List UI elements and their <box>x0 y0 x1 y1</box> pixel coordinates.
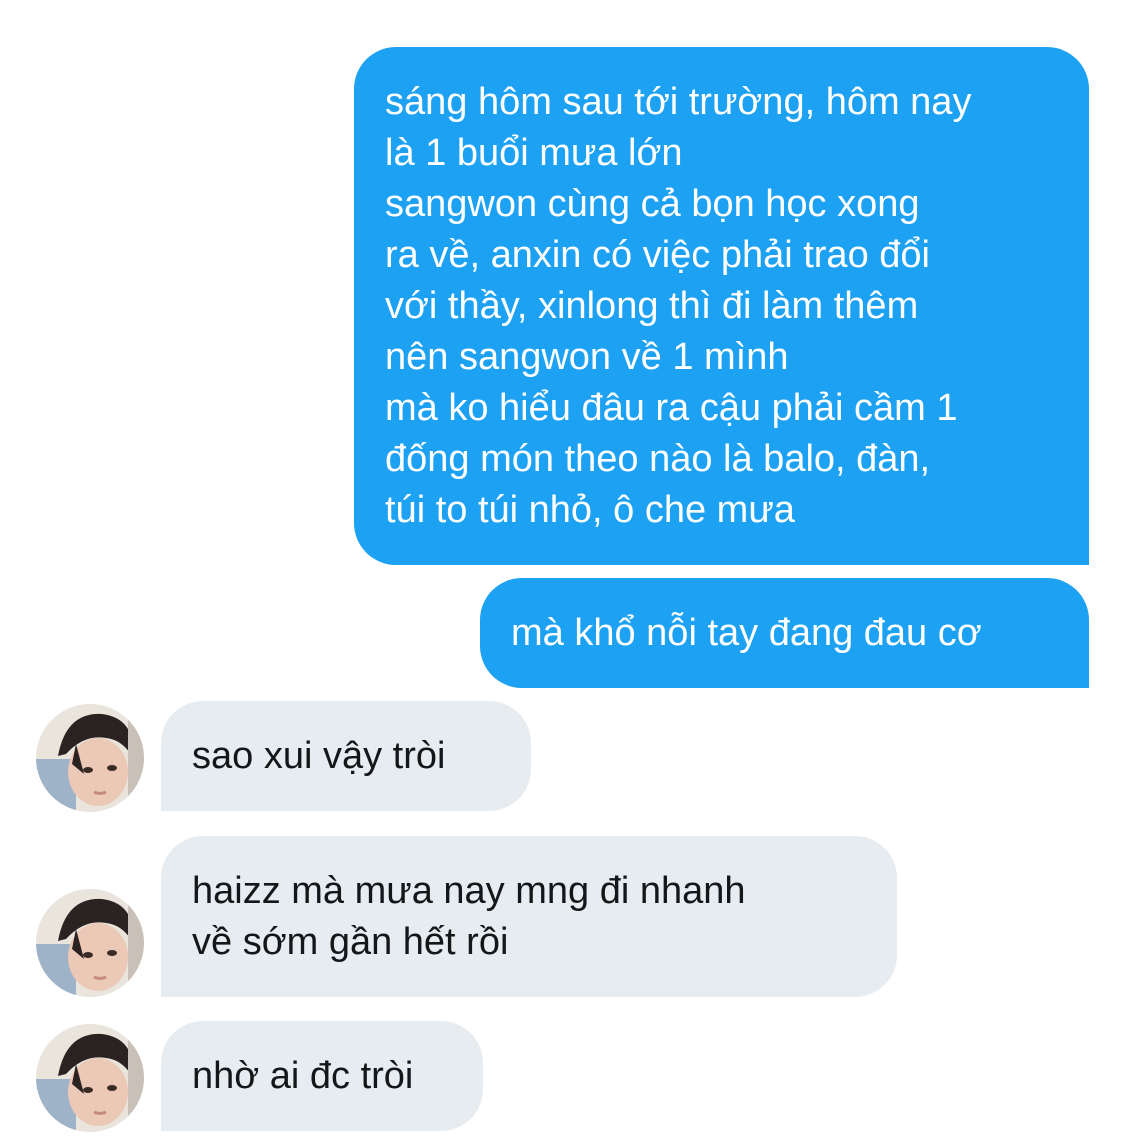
received-message-bubble[interactable]: haizz mà mưa nay mng đi nhanh về sớm gần… <box>161 836 897 997</box>
received-message-bubble[interactable]: nhờ ai đc tròi <box>161 1021 483 1131</box>
sent-message-bubble[interactable]: sáng hôm sau tới trường, hôm nay là 1 bu… <box>354 47 1089 565</box>
user-avatar[interactable] <box>36 1024 144 1132</box>
received-message-bubble[interactable]: sao xui vậy tròi <box>161 701 531 811</box>
sent-message-bubble[interactable]: mà khổ nỗi tay đang đau cơ <box>480 578 1089 688</box>
user-avatar[interactable] <box>36 704 144 812</box>
user-avatar[interactable] <box>36 889 144 997</box>
